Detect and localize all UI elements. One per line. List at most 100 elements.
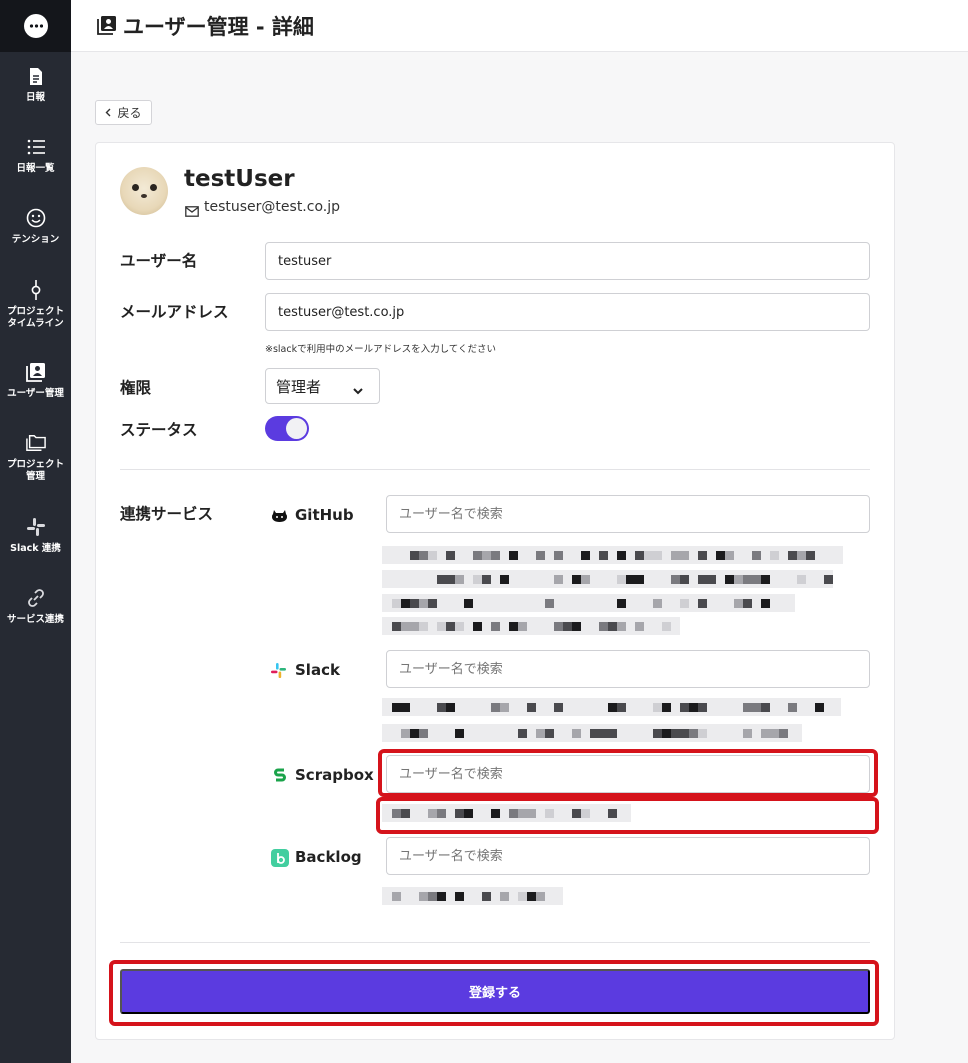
mosaic-pixel <box>689 703 698 712</box>
mosaic-pixel <box>689 729 698 738</box>
mosaic-pixel <box>788 703 797 712</box>
mosaic-pixel <box>392 599 401 608</box>
mosaic-pixel <box>509 622 518 631</box>
mosaic-pixel <box>455 892 464 901</box>
sidebar-item-user-management[interactable]: ユーザー管理 <box>0 362 71 400</box>
backlog-result-row[interactable] <box>382 887 563 905</box>
mosaic-pixel <box>437 892 446 901</box>
mosaic-pixel <box>815 703 824 712</box>
scrapbox-result-row[interactable] <box>382 804 631 822</box>
mosaic-pixel <box>761 703 770 712</box>
sidebar: 日報 日報一覧 テンション プロジェクト タイムライン ユーザー管理 プロジェク… <box>0 0 71 1063</box>
mosaic-pixel <box>446 622 455 631</box>
mosaic-pixel <box>419 729 428 738</box>
back-button[interactable]: 戻る <box>95 100 152 125</box>
sidebar-item-project-timeline[interactable]: プロジェクト タイムライン <box>0 280 71 330</box>
scrapbox-search-input[interactable] <box>386 755 870 793</box>
mosaic-pixel <box>401 729 410 738</box>
mosaic-pixel <box>635 622 644 631</box>
sidebar-item-service-integration[interactable]: サービス連携 <box>0 588 71 626</box>
mosaic-pixel <box>419 551 428 560</box>
mosaic-pixel <box>761 575 770 584</box>
mosaic-pixel <box>698 551 707 560</box>
mosaic-pixel <box>554 551 563 560</box>
username-input[interactable]: testuser <box>265 242 870 280</box>
mosaic-pixel <box>410 729 419 738</box>
mosaic-pixel <box>437 809 446 818</box>
mosaic-pixel <box>635 575 644 584</box>
backlog-search-input[interactable] <box>386 837 870 875</box>
avatar-nose <box>141 194 147 198</box>
mosaic-pixel <box>617 599 626 608</box>
mosaic-pixel <box>518 622 527 631</box>
back-button-label: 戻る <box>117 106 142 120</box>
mosaic-pixel <box>518 729 527 738</box>
status-toggle[interactable] <box>265 416 309 441</box>
avatar-eye <box>132 184 139 191</box>
sidebar-item-daily-report[interactable]: 日報 <box>0 66 71 104</box>
mosaic-pixel <box>455 575 464 584</box>
divider <box>120 469 870 470</box>
mosaic-pixel <box>680 703 689 712</box>
mosaic-pixel <box>554 622 563 631</box>
submit-button[interactable]: 登録する <box>120 969 870 1014</box>
mosaic-pixel <box>428 892 437 901</box>
mosaic-pixel <box>392 809 401 818</box>
mosaic-pixel <box>518 809 527 818</box>
sidebar-item-tension[interactable]: テンション <box>0 208 71 246</box>
mosaic-pixel <box>536 551 545 560</box>
mosaic-pixel <box>752 551 761 560</box>
mosaic-pixel <box>410 622 419 631</box>
mosaic-pixel <box>680 729 689 738</box>
mosaic-pixel <box>734 599 743 608</box>
slack-result-row[interactable] <box>382 698 841 716</box>
mosaic-pixel <box>680 551 689 560</box>
github-result-row[interactable] <box>382 546 843 564</box>
mosaic-pixel <box>653 729 662 738</box>
sidebar-item-project-management[interactable]: プロジェクト 管理 <box>0 433 71 483</box>
mosaic-pixel <box>410 599 419 608</box>
role-select[interactable]: 管理者 <box>265 368 380 404</box>
slack-search-input[interactable] <box>386 650 870 688</box>
email-label: メールアドレス <box>120 303 229 321</box>
mosaic-pixel <box>680 599 689 608</box>
sidebar-item-label: 日報一覧 <box>16 163 55 174</box>
mosaic-pixel <box>536 892 545 901</box>
mosaic-pixel <box>698 575 707 584</box>
github-result-row[interactable] <box>382 570 833 588</box>
email-input[interactable]: testuser@test.co.jp <box>265 293 870 331</box>
sidebar-item-label: テンション <box>11 234 60 245</box>
mosaic-pixel <box>545 729 554 738</box>
mosaic-pixel <box>617 703 626 712</box>
sidebar-item-label: Slack 連携 <box>10 543 61 554</box>
mosaic-pixel <box>743 729 752 738</box>
document-icon <box>26 66 46 86</box>
mosaic-pixel <box>599 729 608 738</box>
github-search-input[interactable] <box>386 495 870 533</box>
mosaic-pixel <box>392 703 401 712</box>
mosaic-pixel <box>500 892 509 901</box>
mosaic-pixel <box>752 575 761 584</box>
mail-icon <box>185 202 199 221</box>
list-icon <box>26 137 46 157</box>
app-logo[interactable] <box>0 0 71 52</box>
sidebar-item-label: プロジェクト タイムライン <box>6 306 64 329</box>
mosaic-pixel <box>788 551 797 560</box>
mosaic-pixel <box>698 703 707 712</box>
link-icon <box>26 588 46 608</box>
mosaic-pixel <box>572 729 581 738</box>
mosaic-pixel <box>581 551 590 560</box>
mosaic-pixel <box>581 809 590 818</box>
chevron-down-icon <box>353 381 363 399</box>
github-result-row[interactable] <box>382 594 795 612</box>
mosaic-pixel <box>464 809 473 818</box>
mosaic-pixel <box>671 729 680 738</box>
github-result-row[interactable] <box>382 617 680 635</box>
sidebar-item-report-list[interactable]: 日報一覧 <box>0 137 71 175</box>
slack-result-row[interactable] <box>382 724 802 742</box>
service-name-github: GitHub <box>295 506 354 524</box>
mosaic-pixel <box>707 575 716 584</box>
mosaic-pixel <box>491 703 500 712</box>
sidebar-item-slack[interactable]: Slack 連携 <box>0 517 71 555</box>
mosaic-pixel <box>482 575 491 584</box>
